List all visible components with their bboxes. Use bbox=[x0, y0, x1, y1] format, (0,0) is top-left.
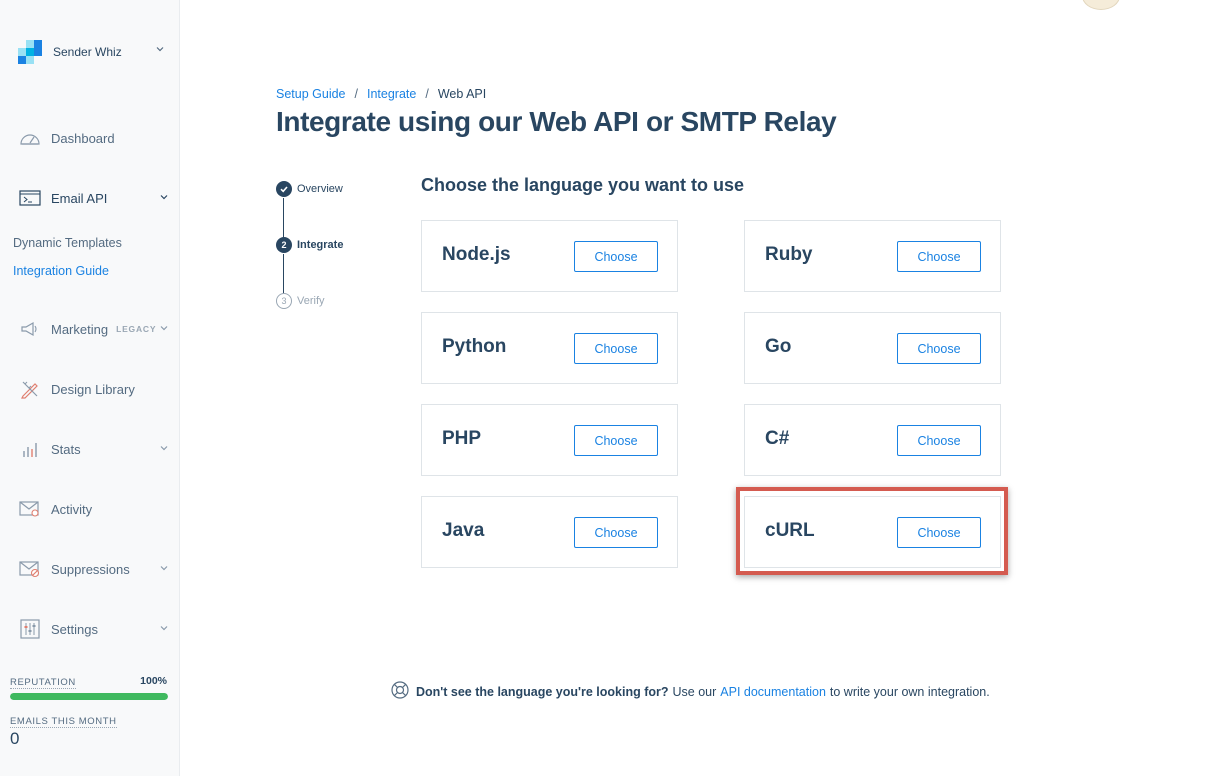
emails-this-month-label[interactable]: EMAILS THIS MONTH bbox=[10, 716, 117, 728]
nav-item-marketing[interactable]: Marketing LEGACY bbox=[18, 317, 173, 341]
breadcrumb-integrate[interactable]: Integrate bbox=[367, 87, 416, 101]
breadcrumb-setup-guide[interactable]: Setup Guide bbox=[276, 87, 346, 101]
lifebuoy-icon bbox=[391, 681, 409, 702]
chevron-down-icon bbox=[156, 47, 164, 52]
nav-label-stats: Stats bbox=[51, 441, 81, 457]
emails-this-month-value: 0 bbox=[10, 729, 20, 748]
language-card-python: Python Choose bbox=[421, 312, 678, 384]
help-post: to write your own integration. bbox=[829, 684, 990, 699]
envelope-search-icon bbox=[18, 497, 42, 521]
stepper-connector bbox=[283, 254, 284, 294]
nav-item-dashboard[interactable]: Dashboard bbox=[18, 126, 173, 150]
language-name: Go bbox=[765, 336, 792, 357]
chevron-down-icon bbox=[160, 446, 168, 451]
choose-java-button[interactable]: Choose bbox=[574, 517, 658, 548]
language-name: Java bbox=[442, 520, 485, 541]
reputation-bar bbox=[10, 693, 168, 700]
language-card-java: Java Choose bbox=[421, 496, 678, 568]
choose-php-button[interactable]: Choose bbox=[574, 425, 658, 456]
envelope-blocked-icon bbox=[18, 557, 42, 581]
language-card-go: Go Choose bbox=[744, 312, 1001, 384]
nav-item-suppressions[interactable]: Suppressions bbox=[18, 557, 173, 581]
reputation-value: 100% bbox=[140, 675, 167, 687]
step-number-integrate: 2 bbox=[276, 237, 292, 253]
pencil-ruler-icon bbox=[18, 377, 42, 401]
step-integrate[interactable]: 2 Integrate bbox=[276, 237, 343, 253]
api-documentation-link[interactable]: API documentation bbox=[720, 685, 826, 699]
nav-item-email-api[interactable]: Email API bbox=[18, 186, 173, 210]
language-name: C# bbox=[765, 428, 790, 449]
step-verify[interactable]: 3 Verify bbox=[276, 293, 325, 309]
choose-python-button[interactable]: Choose bbox=[574, 333, 658, 364]
language-card-php: PHP Choose bbox=[421, 404, 678, 476]
nav-label-design-library: Design Library bbox=[51, 381, 135, 397]
setup-stepper: Overview 2 Integrate 3 Verify bbox=[276, 181, 396, 311]
breadcrumb-separator: / bbox=[354, 87, 358, 101]
avatar[interactable] bbox=[1082, 0, 1120, 10]
nav-label-email-api: Email API bbox=[51, 190, 108, 206]
language-name: PHP bbox=[442, 428, 482, 449]
nav-label-marketing: Marketing bbox=[51, 321, 109, 337]
help-pre: Use our bbox=[672, 684, 717, 699]
step-overview[interactable]: Overview bbox=[276, 181, 343, 197]
nav-label-suppressions: Suppressions bbox=[51, 561, 130, 577]
nav-item-stats[interactable]: Stats bbox=[18, 437, 173, 461]
nav-sub-item-integration-guide[interactable]: Integration Guide bbox=[13, 264, 109, 278]
choose-go-button[interactable]: Choose bbox=[897, 333, 981, 364]
sidebar: Sender Whiz Dashboard Email API Dynamic … bbox=[0, 0, 180, 776]
choose-nodejs-button[interactable]: Choose bbox=[574, 241, 658, 272]
nav-label-settings: Settings bbox=[51, 621, 98, 637]
nav-sub-item-dynamic-templates[interactable]: Dynamic Templates bbox=[13, 236, 122, 250]
chevron-down-icon bbox=[160, 195, 168, 200]
step-label-integrate: Integrate bbox=[297, 239, 344, 251]
highlight-box bbox=[736, 487, 1008, 575]
chevron-down-icon bbox=[160, 626, 168, 631]
reputation-label[interactable]: REPUTATION bbox=[10, 677, 76, 689]
megaphone-icon bbox=[18, 317, 42, 341]
language-name: Ruby bbox=[765, 244, 813, 265]
checkmark-icon bbox=[276, 181, 292, 197]
language-heading: Choose the language you want to use bbox=[421, 175, 745, 195]
nav-item-activity[interactable]: Activity bbox=[18, 497, 173, 521]
page-title: Integrate using our Web API or SMTP Rela… bbox=[276, 106, 837, 137]
gauge-icon bbox=[18, 126, 42, 150]
step-number-verify: 3 bbox=[276, 293, 292, 309]
choose-csharp-button[interactable]: Choose bbox=[897, 425, 981, 456]
help-text: Don't see the language you're looking fo… bbox=[391, 681, 990, 702]
step-label-verify: Verify bbox=[297, 295, 325, 307]
legacy-badge: LEGACY bbox=[116, 324, 157, 334]
sendgrid-logo-icon bbox=[18, 40, 42, 64]
nav-label-dashboard: Dashboard bbox=[51, 130, 115, 146]
language-name: Node.js bbox=[442, 244, 511, 265]
help-question: Don't see the language you're looking fo… bbox=[416, 684, 669, 699]
breadcrumb-current: Web API bbox=[437, 87, 487, 101]
nav-item-settings[interactable]: Settings bbox=[18, 617, 173, 641]
nav-label-activity: Activity bbox=[51, 501, 93, 517]
language-card-csharp: C# Choose bbox=[744, 404, 1001, 476]
language-card-ruby: Ruby Choose bbox=[744, 220, 1001, 292]
language-name: Python bbox=[442, 336, 507, 357]
account-name: Sender Whiz bbox=[53, 45, 122, 59]
language-card-nodejs: Node.js Choose bbox=[421, 220, 678, 292]
chevron-down-icon bbox=[160, 326, 168, 331]
bar-chart-icon bbox=[18, 437, 42, 461]
account-switcher[interactable]: Sender Whiz bbox=[18, 40, 173, 64]
breadcrumb-separator: / bbox=[425, 87, 429, 101]
terminal-icon bbox=[18, 186, 42, 210]
breadcrumb: Setup Guide / Integrate / Web API bbox=[276, 87, 486, 101]
chevron-down-icon bbox=[160, 566, 168, 571]
stepper-connector bbox=[283, 198, 284, 238]
sliders-icon bbox=[18, 617, 42, 641]
choose-ruby-button[interactable]: Choose bbox=[897, 241, 981, 272]
step-label-overview: Overview bbox=[297, 183, 343, 195]
reputation-bar-fill bbox=[10, 693, 168, 700]
nav-item-design-library[interactable]: Design Library bbox=[18, 377, 173, 401]
